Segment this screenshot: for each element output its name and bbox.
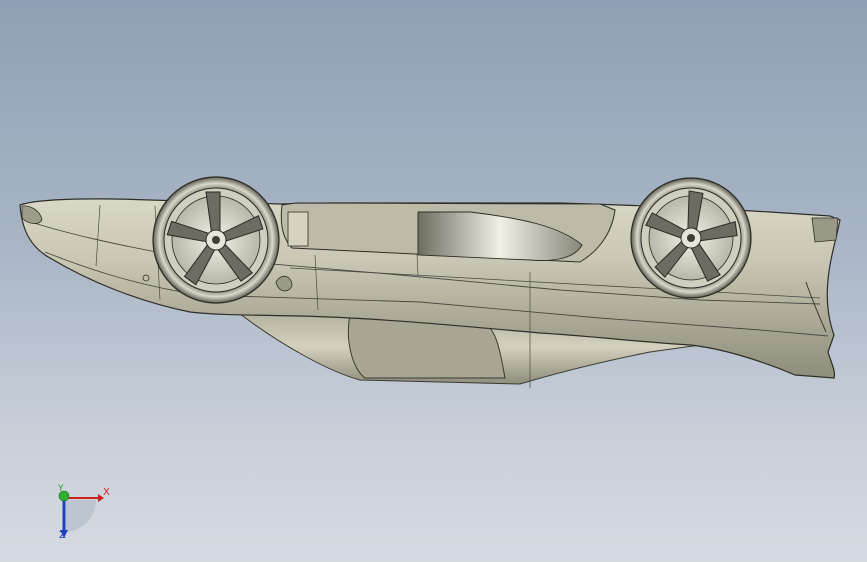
y-axis-label: Y	[58, 484, 64, 494]
rear-wheel	[630, 177, 752, 299]
car-model[interactable]	[0, 0, 867, 562]
x-axis-label: X	[103, 487, 110, 498]
front-wheel	[152, 176, 280, 304]
z-axis-label: Z	[59, 530, 66, 541]
axis-triad[interactable]: X Y Z	[44, 482, 124, 552]
rear-lamp	[811, 217, 839, 243]
axis-triad-icon	[58, 490, 104, 538]
graphics-viewport[interactable]: X Y Z	[0, 0, 867, 562]
